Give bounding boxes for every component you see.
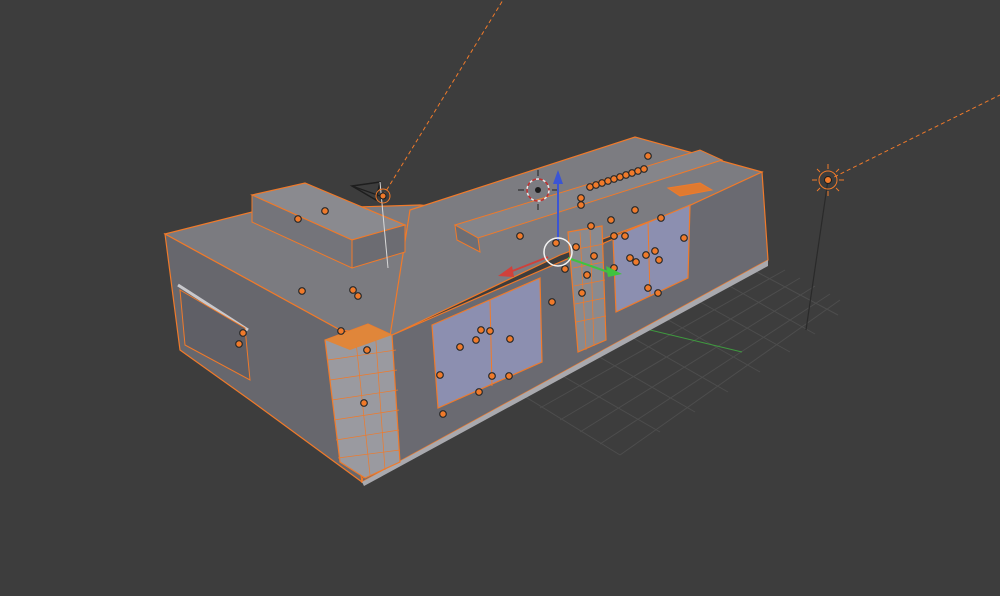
origin-marker[interactable] [436,371,444,379]
origin-marker[interactable] [640,165,648,173]
origin-marker[interactable] [644,152,652,160]
origin-marker[interactable] [472,336,480,344]
origin-marker[interactable] [486,327,494,335]
sun-lamp-direction-line [382,0,504,197]
origin-marker[interactable] [456,343,464,351]
origin-marker[interactable] [680,234,688,242]
origin-marker[interactable] [505,372,513,380]
origin-marker[interactable] [577,194,585,202]
origin-marker[interactable] [516,232,524,240]
origin-marker[interactable] [644,284,652,292]
origin-marker[interactable] [577,201,585,209]
point-lamp-direction-line [827,94,1000,181]
origin-marker[interactable] [506,335,514,343]
origin-marker[interactable] [552,239,560,247]
origin-marker[interactable] [607,216,615,224]
viewport-canvas[interactable] [0,0,1000,596]
origin-marker[interactable] [488,372,496,380]
origin-marker[interactable] [298,287,306,295]
origin-marker[interactable] [621,232,629,240]
origin-marker[interactable] [631,206,639,214]
origin-marker[interactable] [294,215,302,223]
origin-marker[interactable] [657,214,665,222]
building-mesh[interactable] [163,136,769,486]
origin-marker[interactable] [642,251,650,259]
origin-marker[interactable] [363,346,371,354]
origin-marker[interactable] [548,298,556,306]
origin-marker[interactable] [439,410,447,418]
origin-marker[interactable] [626,254,634,262]
origin-marker[interactable] [583,271,591,279]
origin-marker[interactable] [590,252,598,260]
origin-marker[interactable] [477,326,485,334]
origin-marker[interactable] [651,247,659,255]
origin-marker[interactable] [587,222,595,230]
origin-marker[interactable] [655,256,663,264]
origin-marker[interactable] [239,329,247,337]
origin-marker[interactable] [578,289,586,297]
origin-marker[interactable] [632,258,640,266]
origin-marker[interactable] [475,388,483,396]
origin-marker[interactable] [610,232,618,240]
point-lamp-icon[interactable] [812,164,844,196]
origin-marker[interactable] [349,286,357,294]
lamp-icon[interactable] [375,188,391,204]
origin-marker[interactable] [572,243,580,251]
origin-marker[interactable] [321,207,329,215]
origin-marker[interactable] [360,399,368,407]
3d-viewport[interactable] [0,0,1000,596]
origin-marker[interactable] [561,265,569,273]
origin-marker[interactable] [354,292,362,300]
origin-marker[interactable] [654,289,662,297]
origin-marker[interactable] [337,327,345,335]
origin-marker[interactable] [235,340,243,348]
